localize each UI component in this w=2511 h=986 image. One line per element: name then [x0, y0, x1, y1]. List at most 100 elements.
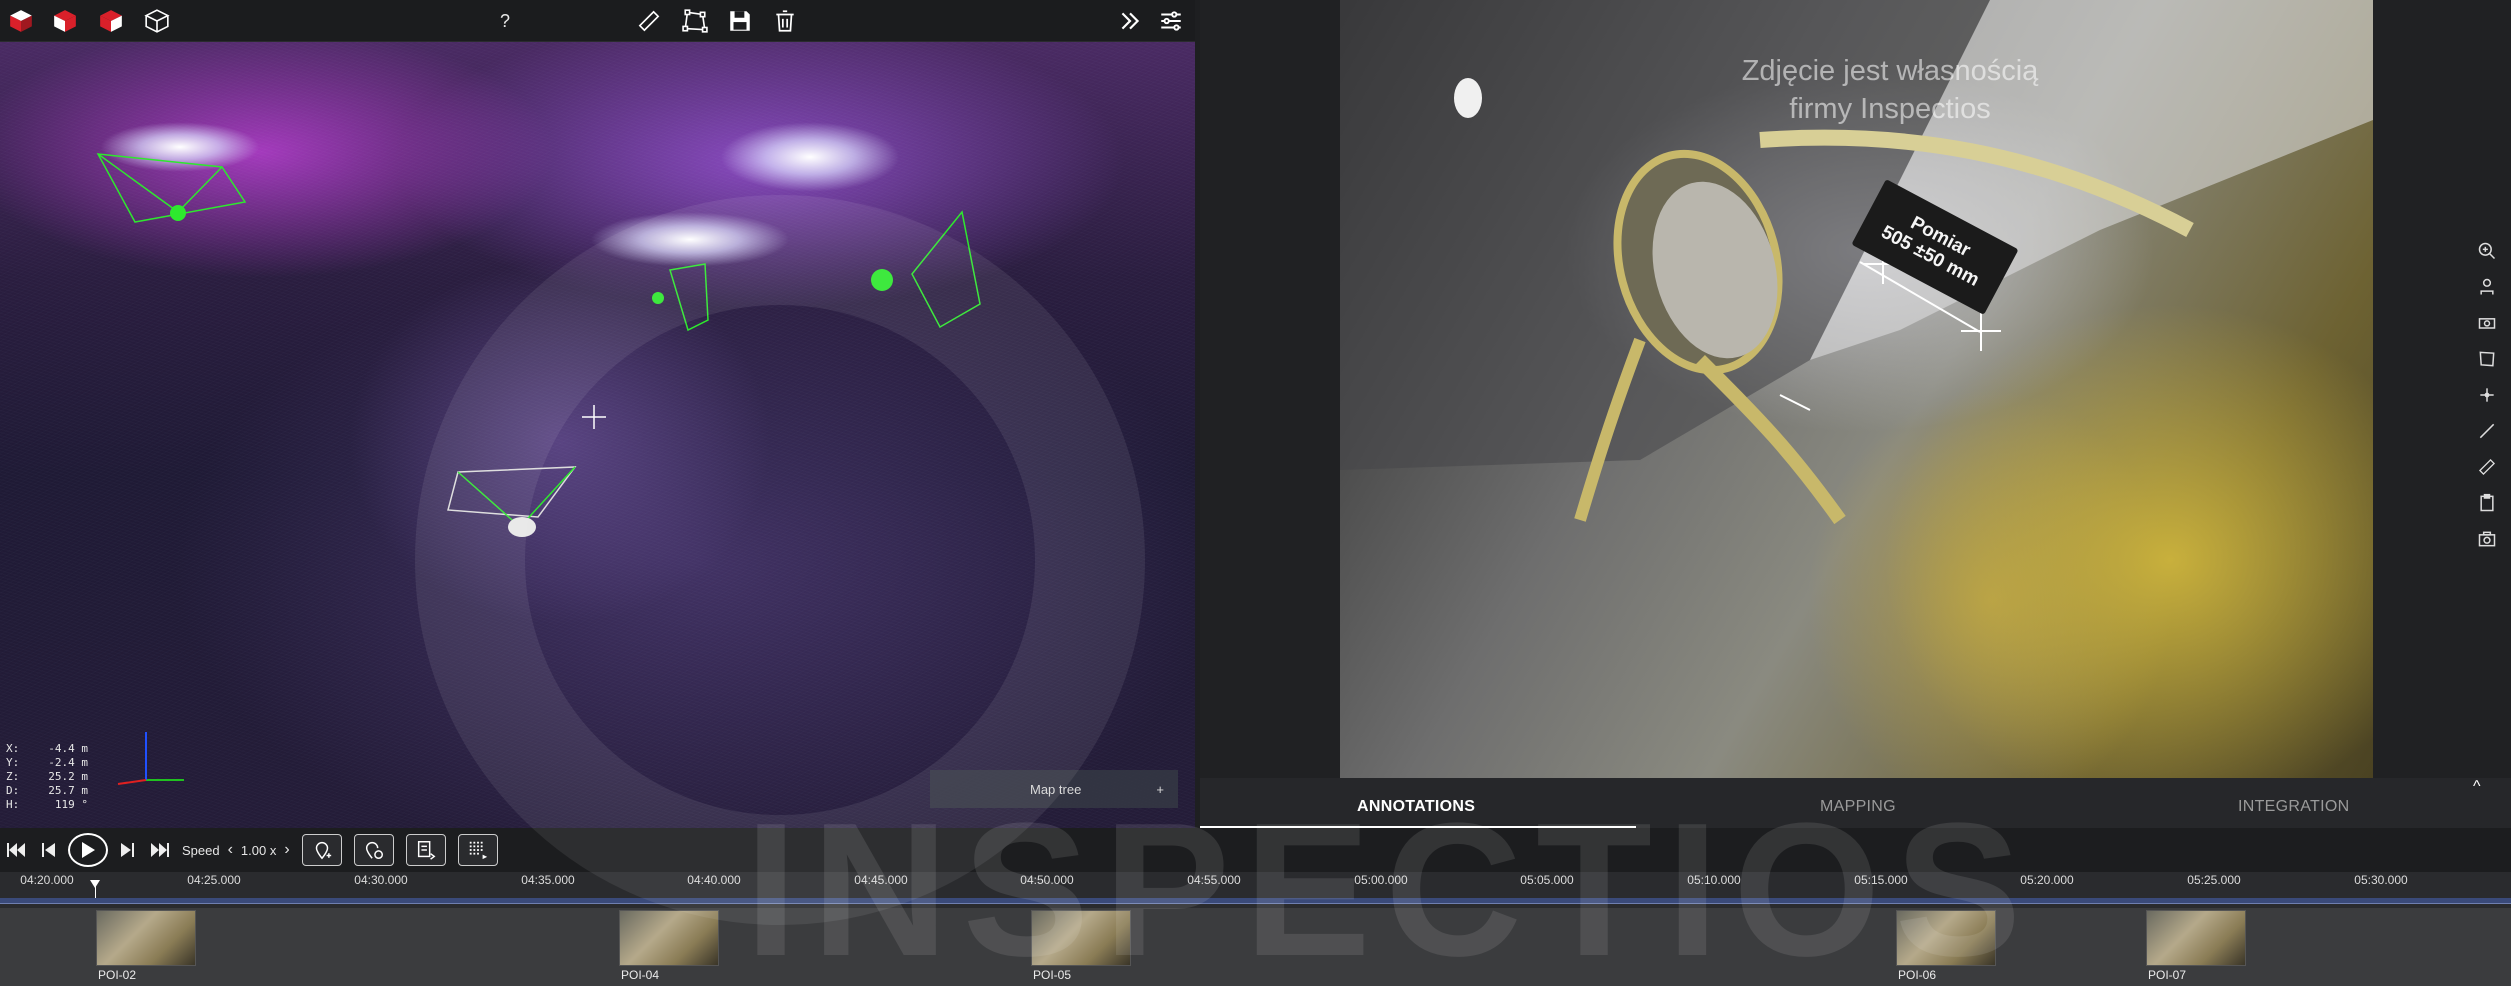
- person-marker-icon[interactable]: [2472, 272, 2502, 302]
- coord-y-label: Y:: [6, 756, 20, 769]
- cube-red-icon[interactable]: [6, 6, 36, 36]
- tick-label: 04:50.000: [1020, 873, 1074, 887]
- poi-thumbnail[interactable]: POI-07: [2146, 910, 2246, 984]
- settings-list-icon[interactable]: [1156, 6, 1186, 36]
- inspection-photo[interactable]: Zdjęcie jest własnością firmy Inspectios…: [1340, 0, 2373, 778]
- step-back-icon[interactable]: [36, 835, 62, 865]
- poi-thumbnail[interactable]: POI-06: [1896, 910, 1996, 984]
- coord-d-label: D:: [6, 784, 20, 797]
- cube-outline-icon[interactable]: [142, 6, 172, 36]
- pin-add-icon: [315, 842, 331, 860]
- poi-image: [2146, 910, 2246, 966]
- tick-label: 04:55.000: [1187, 873, 1241, 887]
- coord-x-value: -4.4 m: [48, 742, 88, 755]
- image-panel: Zdjęcie jest własnością firmy Inspectios…: [1200, 0, 2511, 778]
- speed-decrease-icon[interactable]: ‹: [228, 841, 233, 859]
- play-icon: [82, 842, 95, 858]
- measure-point-end[interactable]: [1961, 311, 2001, 351]
- polygon-icon[interactable]: [680, 6, 710, 36]
- tick-label: 05:20.000: [2020, 873, 2074, 887]
- speed-increase-icon[interactable]: ›: [284, 841, 289, 859]
- camera-icon[interactable]: [2472, 524, 2502, 554]
- document-export-icon: [417, 841, 436, 860]
- coord-d-value: 25.7 m: [48, 784, 88, 797]
- coord-h-label: H:: [6, 798, 20, 811]
- poi-lane: [0, 908, 2511, 986]
- clipboard-icon[interactable]: [2472, 488, 2502, 518]
- timeline-ruler: 04:20.000 04:25.000 04:30.000 04:35.000 …: [0, 872, 2511, 900]
- cube-red-shaded-icon[interactable]: [50, 6, 80, 36]
- ruler-icon[interactable]: [634, 6, 664, 36]
- point-tool-icon[interactable]: [2472, 380, 2502, 410]
- cube-red-alt-icon[interactable]: [96, 6, 126, 36]
- double-chevron-right-icon[interactable]: [1115, 6, 1145, 36]
- tab-annotations[interactable]: ANNOTATIONS: [1357, 798, 1475, 816]
- play-button[interactable]: [68, 833, 108, 867]
- skip-to-start-icon[interactable]: [4, 835, 30, 865]
- poi-thumbnail[interactable]: POI-05: [1031, 910, 1131, 984]
- tick-label: 04:40.000: [687, 873, 741, 887]
- watermark-line-1: Zdjęcie jest własnością: [1741, 55, 2039, 87]
- tick-label: 05:25.000: [2187, 873, 2241, 887]
- tick-label: 05:15.000: [1854, 873, 1908, 887]
- speed-value: 1.00 x: [240, 842, 277, 858]
- add-poi-button[interactable]: [301, 834, 342, 866]
- point-cloud-viewport[interactable]: X: -4.4 m Y: -2.4 m Z: 25.2 m D: 25.7 m H: 11…: [0, 42, 1195, 828]
- poi-label: POI-02: [98, 968, 137, 982]
- export-grid-button[interactable]: [457, 834, 498, 866]
- poi-label: POI-06: [1898, 968, 1937, 982]
- camera-coordinates: X: -4.4 m Y: -2.4 m Z: 25.2 m D: 25.7 m H: 11…: [6, 742, 88, 812]
- poi-label: POI-07: [2148, 968, 2187, 982]
- coord-y-value: -2.4 m: [48, 756, 88, 769]
- photo-watermark: Zdjęcie jest własnością firmy Inspectios: [1720, 52, 2060, 128]
- trash-icon[interactable]: [770, 6, 800, 36]
- poi-label: POI-05: [1033, 968, 1072, 982]
- speed-control: Speed ‹ 1.00 x ›: [182, 841, 290, 859]
- poi-thumbnail[interactable]: POI-04: [619, 910, 719, 984]
- skip-to-end-icon[interactable]: [146, 835, 172, 865]
- export-report-button[interactable]: [405, 834, 446, 866]
- map-tree-toggle[interactable]: Map tree +: [930, 770, 1178, 808]
- app: ? X: -4.4 m Y: -2.4 m Z: 25.2 m D: 25.7 …: [0, 0, 2511, 986]
- grid-export-icon: [469, 841, 487, 860]
- timeline-track-line: [0, 903, 2511, 904]
- line-tool-icon[interactable]: [2472, 416, 2502, 446]
- coord-z-value: 25.2 m: [48, 770, 88, 783]
- tick-label: 05:30.000: [2354, 873, 2408, 887]
- tick-label: 04:45.000: [854, 873, 908, 887]
- plus-icon[interactable]: +: [1156, 782, 1164, 797]
- pin-clock-icon: [365, 842, 383, 859]
- timeline[interactable]: 04:20.000 04:25.000 04:30.000 04:35.000 …: [0, 872, 2511, 986]
- help-button[interactable]: ?: [490, 6, 520, 36]
- camera-frustums: [96, 153, 981, 785]
- tick-label: 04:20.000: [20, 873, 74, 887]
- tab-integration[interactable]: INTEGRATION: [2238, 798, 2349, 816]
- playback-controls: Speed ‹ 1.00 x ›: [0, 828, 2511, 872]
- image-side-toolbar: [2472, 236, 2502, 554]
- step-forward-icon[interactable]: [114, 835, 140, 865]
- poi-image: [619, 910, 719, 966]
- map-tree-label: Map tree: [1030, 781, 1082, 797]
- poi-timer-button[interactable]: [353, 834, 394, 866]
- tick-label: 04:25.000: [187, 873, 241, 887]
- poi-image: [1896, 910, 1996, 966]
- save-icon[interactable]: [725, 6, 755, 36]
- coord-h-value: 119 °: [54, 798, 88, 811]
- poi-image: [96, 910, 196, 966]
- poi-thumbnail[interactable]: POI-02: [96, 910, 196, 984]
- camera-tag-icon[interactable]: [2472, 308, 2502, 338]
- ruler-tool-icon[interactable]: [2472, 452, 2502, 482]
- coord-z-label: Z:: [6, 770, 20, 783]
- speed-label: Speed: [182, 842, 220, 858]
- tick-label: 05:05.000: [1520, 873, 1574, 887]
- bottom-tabs: ^ ANNOTATIONS MAPPING INTEGRATION: [1200, 778, 2511, 828]
- watermark-line-2: firmy Inspectios: [1789, 93, 1991, 125]
- zoom-in-icon[interactable]: [2472, 236, 2502, 266]
- tick-label: 05:10.000: [1687, 873, 1741, 887]
- polygon-tool-icon[interactable]: [2472, 344, 2502, 374]
- poi-image: [1031, 910, 1131, 966]
- tab-mapping[interactable]: MAPPING: [1820, 798, 1896, 816]
- collapse-chevron-icon[interactable]: ^: [2473, 778, 2497, 798]
- poi-label: POI-04: [621, 968, 660, 982]
- tick-label: 04:30.000: [354, 873, 408, 887]
